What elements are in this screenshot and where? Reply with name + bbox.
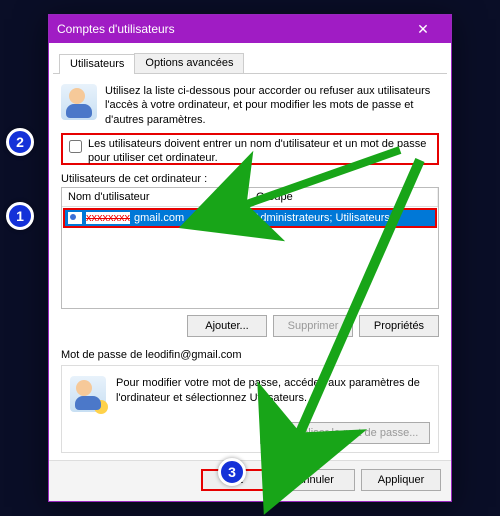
cell-group: Administrateurs; Utilisateurs: [250, 210, 435, 226]
password-group: Mot de passe de leodifin@gmail.com Pour …: [61, 349, 439, 453]
tab-advanced[interactable]: Options avancées: [134, 53, 244, 73]
close-icon[interactable]: ✕: [403, 21, 443, 38]
annotation-marker-2: 2: [6, 128, 34, 156]
user-avatar-icon: [68, 212, 82, 224]
dialog-body: Utilisez la liste ci-dessous pour accord…: [49, 74, 451, 460]
annotation-marker-3: 3: [218, 458, 246, 486]
reset-password-button[interactable]: Réinitialiser le mot de passe...: [260, 422, 430, 444]
tab-users[interactable]: Utilisateurs: [59, 54, 135, 74]
list-caption: Utilisateurs de cet ordinateur :: [61, 173, 439, 185]
users-listview[interactable]: Nom d'utilisateur Groupe xxxxxxxx gmail.…: [61, 187, 439, 309]
user-accounts-dialog: Comptes d'utilisateurs ✕ Utilisateurs Op…: [48, 14, 452, 502]
column-group[interactable]: Groupe: [250, 188, 438, 206]
users-icon: [61, 84, 97, 120]
table-row[interactable]: xxxxxxxx gmail.com Administrateurs; Util…: [63, 208, 437, 228]
require-login-checkbox[interactable]: [69, 140, 82, 153]
apply-button[interactable]: Appliquer: [361, 469, 441, 491]
dialog-footer: OK Annuler Appliquer: [49, 460, 451, 501]
titlebar[interactable]: Comptes d'utilisateurs ✕: [49, 15, 451, 43]
intro-text: Utilisez la liste ci-dessous pour accord…: [105, 84, 439, 127]
cell-username: xxxxxxxx gmail.com: [65, 210, 250, 226]
username-redacted: xxxxxxxx: [86, 212, 130, 224]
list-header: Nom d'utilisateur Groupe: [62, 188, 438, 207]
intro-block: Utilisez la liste ci-dessous pour accord…: [61, 84, 439, 127]
annotation-marker-1: 1: [6, 202, 34, 230]
properties-button[interactable]: Propriétés: [359, 315, 439, 337]
require-login-label: Les utilisateurs doivent entrer un nom d…: [88, 138, 433, 166]
column-username[interactable]: Nom d'utilisateur: [62, 188, 250, 206]
password-group-label: Mot de passe de leodifin@gmail.com: [61, 349, 439, 361]
password-group-text: Pour modifier votre mot de passe, accéde…: [116, 376, 430, 412]
list-buttons: Ajouter... Supprimer Propriétés: [61, 315, 439, 337]
window-title: Comptes d'utilisateurs: [57, 22, 403, 36]
tab-strip: Utilisateurs Options avancées: [53, 47, 447, 74]
add-button[interactable]: Ajouter...: [187, 315, 267, 337]
user-key-icon: [70, 376, 106, 412]
cancel-button[interactable]: Annuler: [275, 469, 355, 491]
username-domain: gmail.com: [134, 212, 184, 224]
remove-button[interactable]: Supprimer: [273, 315, 353, 337]
require-login-row[interactable]: Les utilisateurs doivent entrer un nom d…: [61, 133, 439, 165]
